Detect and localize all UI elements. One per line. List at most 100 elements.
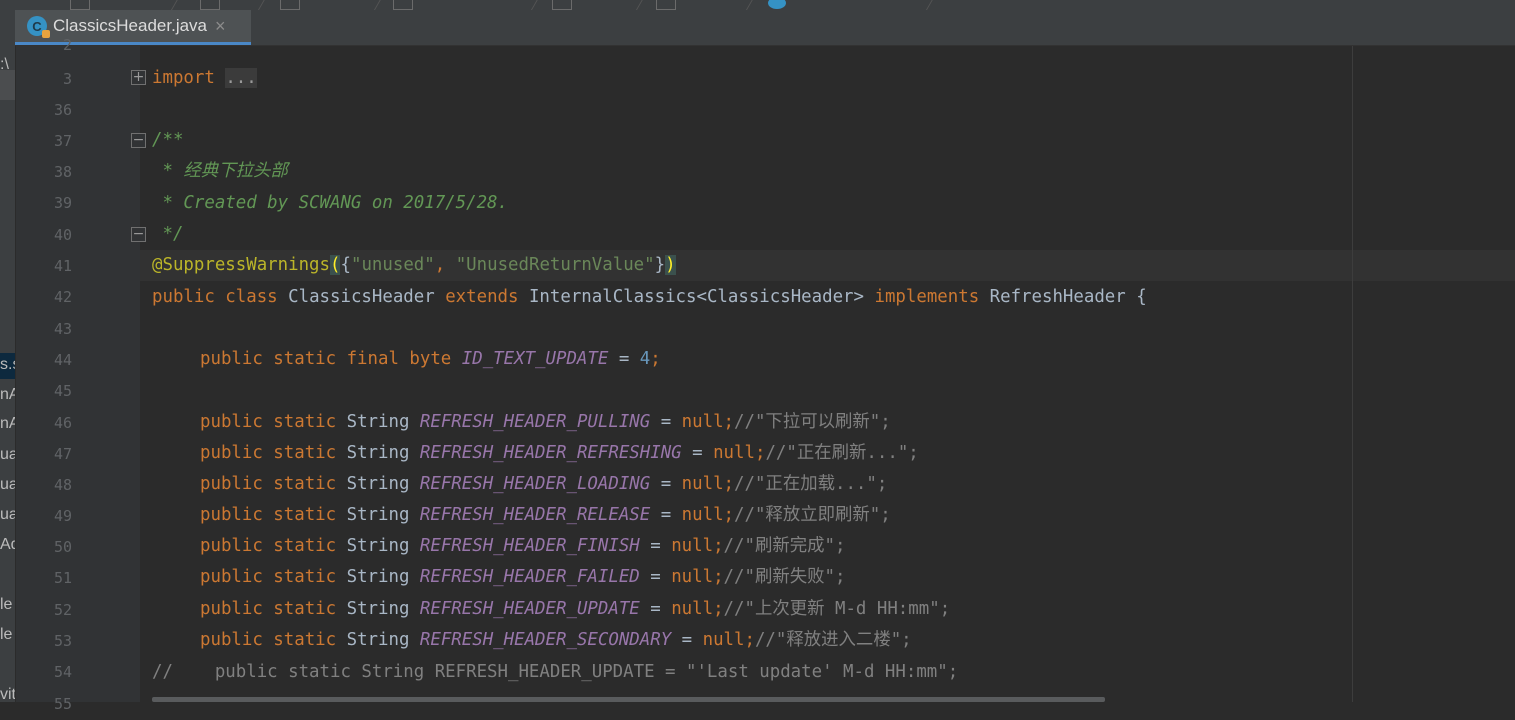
tree-item-fragment[interactable]: :\ — [0, 56, 9, 74]
type-name: String — [346, 443, 420, 463]
interface-name: RefreshHeader { — [989, 287, 1147, 307]
line-comment: //"刷新失败"; — [723, 567, 846, 587]
null-keyword: null; — [702, 630, 755, 650]
tree-item-fragment[interactable]: nA — [0, 386, 15, 404]
operator: = — [681, 443, 714, 463]
keyword: public static — [200, 474, 347, 494]
line-number: 42 — [53, 288, 72, 306]
null-keyword: null; — [671, 567, 724, 587]
line-number: 38 — [53, 163, 72, 181]
line-number: 53 — [53, 632, 72, 650]
tree-item-fragment[interactable]: s.s — [0, 356, 15, 374]
line-number: 41 — [53, 257, 72, 275]
line-comment: //"释放进入二楼"; — [754, 630, 912, 650]
operator: = — [650, 412, 682, 432]
field-name: REFRESH_HEADER_SECONDARY — [419, 630, 672, 650]
comma: , — [434, 255, 456, 275]
breadcrumb-folder-icon[interactable] — [70, 0, 90, 10]
field-name: REFRESH_HEADER_RELEASE — [419, 505, 651, 525]
null-keyword: null; — [713, 443, 766, 463]
tree-item-fragment[interactable]: le — [0, 626, 12, 644]
tree-item-fragment[interactable]: nA — [0, 415, 15, 433]
field-name: REFRESH_HEADER_REFRESHING — [419, 443, 682, 463]
line-number: 55 — [53, 695, 72, 713]
breadcrumb-separator — [635, 0, 646, 10]
project-panel-edge[interactable]: :\ s.s nA nA ua ua ua Ad le le vit — [0, 10, 16, 702]
code-line-41-current: @SuppressWarnings({"unused", "UnusedRetu… — [140, 250, 1515, 281]
line-number: 44 — [53, 351, 72, 369]
keyword: public class — [152, 287, 289, 307]
breadcrumb-separator — [530, 0, 541, 10]
null-keyword: null; — [671, 536, 724, 556]
line-comment: //"释放立即刷新"; — [734, 505, 891, 525]
horizontal-scrollbar[interactable] — [152, 697, 1105, 702]
breadcrumb-folder-icon[interactable] — [280, 0, 300, 10]
type-name: String — [346, 505, 420, 525]
breadcrumb-separator — [170, 0, 181, 10]
code-line-49: public static String REFRESH_HEADER_RELE… — [200, 500, 891, 531]
keyword: public static — [200, 599, 347, 619]
operator: = — [650, 474, 682, 494]
operator: = — [639, 599, 672, 619]
breadcrumb-folder-icon[interactable] — [552, 0, 572, 10]
superclass: InternalClassics<ClassicsHeader> — [528, 287, 875, 307]
breadcrumb-separator — [257, 0, 268, 10]
field-name: REFRESH_HEADER_UPDATE — [419, 599, 640, 619]
tree-item-fragment[interactable]: vit — [0, 686, 15, 702]
code-editor[interactable]: import ... /** * 经典下拉头部 * Created by SCW… — [140, 46, 1515, 702]
line-comment: //"上次更新 M-d HH:mm"; — [723, 599, 951, 619]
breadcrumb-class-icon[interactable] — [768, 0, 786, 9]
tree-item-fragment[interactable]: ua — [0, 446, 15, 464]
breadcrumb-folder-icon[interactable] — [200, 0, 220, 10]
tree-item-fragment[interactable]: le — [0, 596, 12, 614]
null-keyword: null; — [681, 412, 735, 432]
operator: = — [650, 505, 682, 525]
code-line-42: public class ClassicsHeader extends Inte… — [152, 282, 1147, 313]
line-number: 43 — [53, 320, 72, 338]
type-name: String — [346, 536, 420, 556]
tab-filename: ClassicsHeader.java — [53, 16, 208, 35]
line-number: 49 — [53, 507, 72, 525]
field-name: REFRESH_HEADER_PULLING — [419, 412, 651, 432]
breadcrumb-folder-icon[interactable] — [656, 0, 676, 10]
operator: = — [639, 536, 672, 556]
line-number: 40 — [53, 226, 72, 244]
tree-row-highlight — [0, 70, 15, 100]
code-line-47: public static String REFRESH_HEADER_REFR… — [200, 438, 919, 469]
line-comment: //"正在加载..."; — [734, 474, 888, 494]
keyword: public static final byte — [200, 349, 462, 369]
field-name: ID_TEXT_UPDATE — [461, 349, 609, 369]
semicolon: ; — [650, 349, 661, 369]
brace: } — [654, 255, 666, 275]
breadcrumb-folder-icon[interactable] — [393, 0, 413, 10]
tree-item-fragment[interactable]: ua — [0, 476, 15, 494]
tree-item-fragment[interactable]: ua — [0, 506, 15, 524]
line-number: 51 — [53, 569, 72, 587]
paren-open: ( — [330, 255, 341, 275]
tree-item-fragment[interactable]: Ad — [0, 536, 15, 554]
type-name: String — [346, 630, 420, 650]
type-name: String — [346, 567, 420, 587]
right-margin-guide — [1352, 46, 1353, 702]
string-literal: "UnusedReturnValue" — [455, 255, 655, 275]
keyword: extends — [445, 287, 529, 307]
operator: = — [671, 630, 703, 650]
line-comment: //"下拉可以刷新"; — [734, 412, 891, 432]
close-icon[interactable]: × — [215, 16, 226, 37]
line-number: 52 — [53, 601, 72, 619]
null-keyword: null; — [681, 474, 735, 494]
operator: = — [608, 349, 640, 369]
keyword: public static — [200, 443, 347, 463]
code-line-52: public static String REFRESH_HEADER_UPDA… — [200, 594, 950, 625]
editor-gutter[interactable]: 2 3 36 37 38 39 40 41 42 43 44 45 46 47 … — [16, 36, 140, 713]
line-number: 3 — [62, 70, 72, 88]
keyword: public static — [200, 630, 347, 650]
code-line-44: public static final byte ID_TEXT_UPDATE … — [200, 344, 661, 375]
line-number: 47 — [53, 445, 72, 463]
type-name: String — [346, 599, 420, 619]
keyword: import — [152, 68, 215, 88]
keyword: public static — [200, 505, 347, 525]
folded-imports[interactable]: ... — [225, 68, 257, 88]
code-line-48: public static String REFRESH_HEADER_LOAD… — [200, 469, 887, 500]
field-name: REFRESH_HEADER_FAILED — [419, 567, 640, 587]
